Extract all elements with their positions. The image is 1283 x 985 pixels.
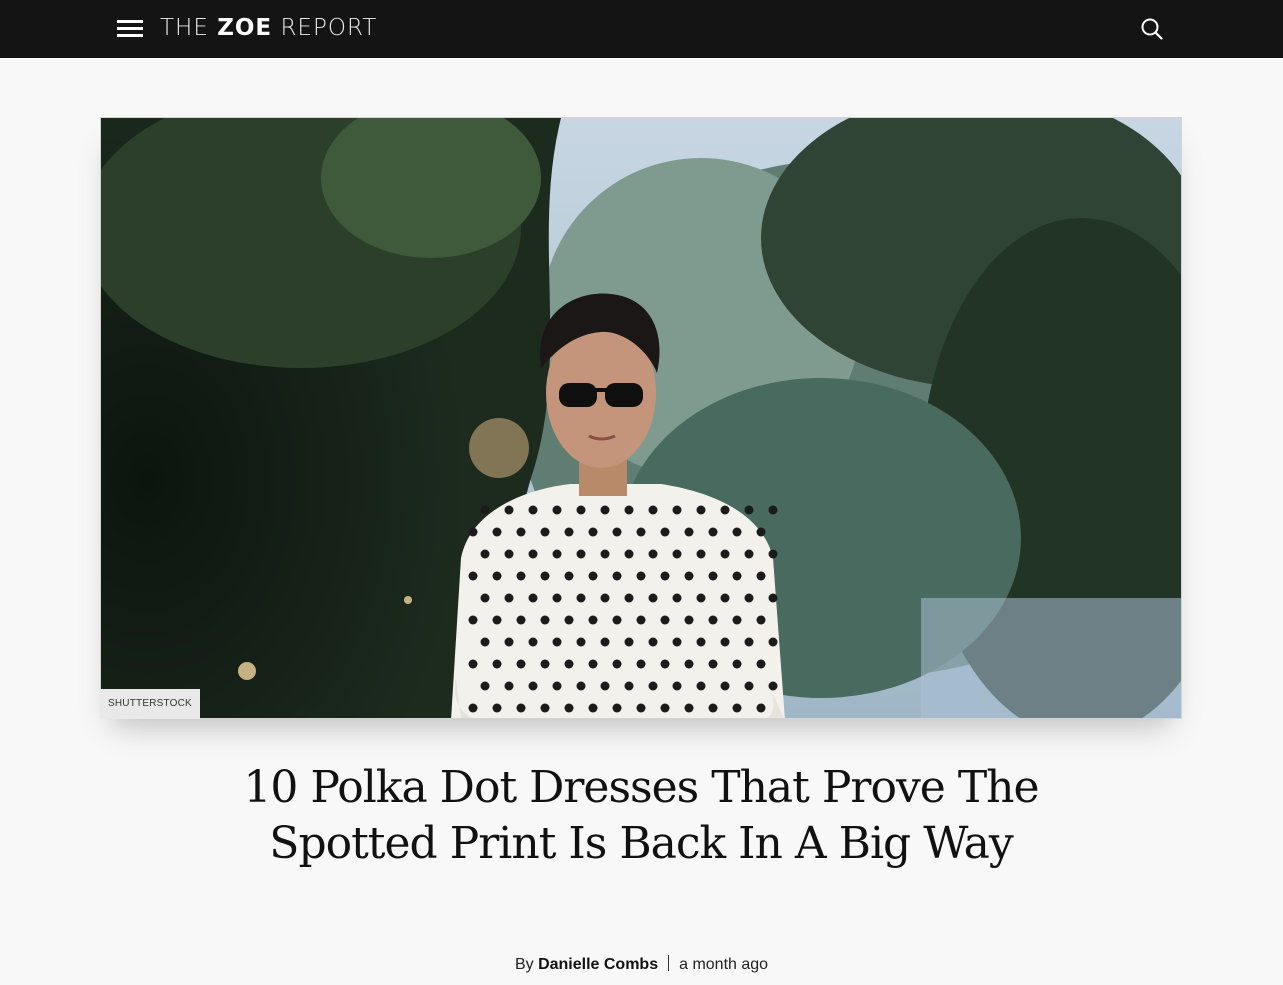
logo-the: THE: [160, 15, 218, 41]
author-link[interactable]: Danielle Combs: [538, 956, 658, 973]
logo-zoe: ZOE: [217, 15, 273, 41]
byline-prefix: By: [514, 956, 539, 973]
hero-image: [100, 117, 1182, 719]
search-icon[interactable]: [1140, 17, 1164, 41]
site-header: THE ZOE REPORT: [0, 0, 1283, 58]
hamburger-menu-icon[interactable]: [117, 19, 143, 37]
site-logo[interactable]: THE ZOE REPORT: [160, 12, 377, 44]
logo-report: REPORT: [272, 15, 378, 41]
publish-time: a month ago: [679, 956, 769, 973]
article-byline: By Danielle Combs a month ago: [0, 954, 1283, 976]
article-title: 10 Polka Dot Dresses That Prove The Spot…: [243, 762, 1039, 869]
photo-credit: SHUTTERSTOCK: [100, 689, 200, 719]
byline-divider: [668, 955, 670, 971]
